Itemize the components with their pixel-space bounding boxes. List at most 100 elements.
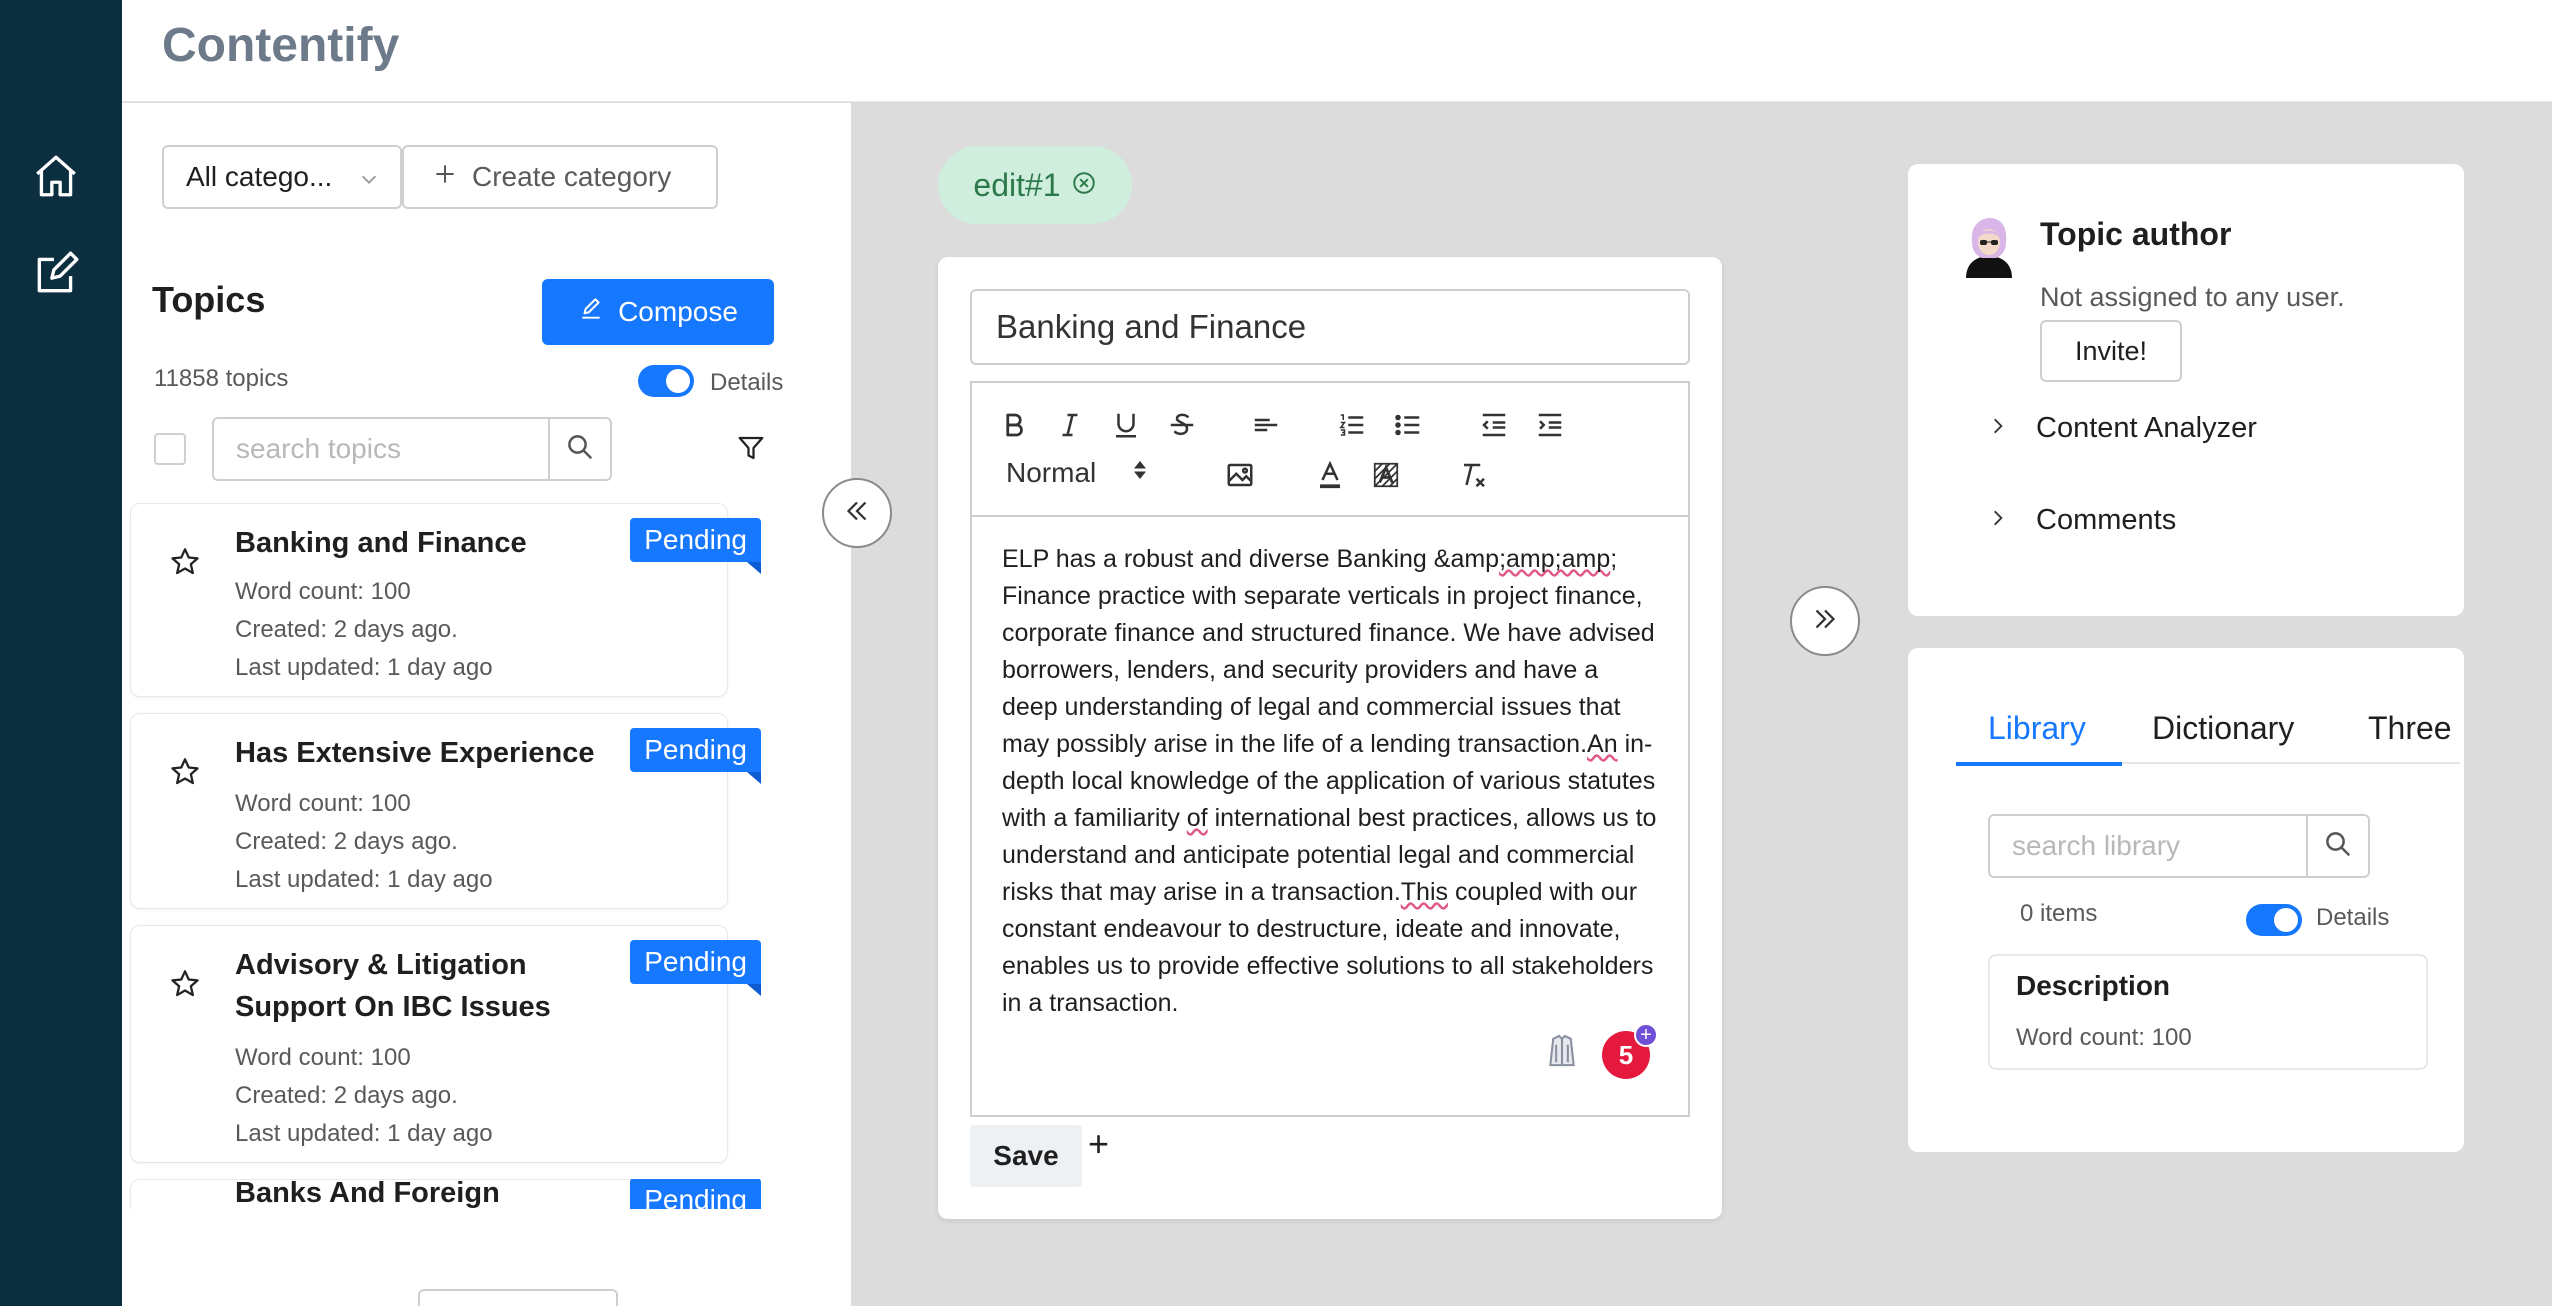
topic-title: Advisory & Litigation Support On IBC Iss… bbox=[235, 949, 551, 1023]
star-icon[interactable] bbox=[169, 968, 201, 1005]
create-category-button[interactable]: Create category bbox=[402, 145, 718, 209]
topic-list-clip: Banks And Foreign Pending bbox=[122, 1179, 851, 1209]
topics-search-input[interactable] bbox=[214, 419, 548, 479]
invite-button[interactable]: Invite! bbox=[2040, 320, 2182, 382]
chevron-down-icon bbox=[358, 165, 380, 197]
edit-icon[interactable] bbox=[28, 246, 84, 302]
compose-button[interactable]: Compose bbox=[542, 279, 774, 345]
spelling-error[interactable]: ;amp;amp bbox=[1499, 545, 1610, 573]
create-category-label: Create category bbox=[472, 161, 672, 192]
up-down-caret-icon bbox=[1130, 457, 1150, 488]
topic-card[interactable]: Has Extensive Experience Pending Word co… bbox=[130, 713, 761, 909]
issue-count: 5 bbox=[1618, 1039, 1634, 1070]
category-select-value: All catego... bbox=[186, 161, 333, 192]
topic-count: 11858 topics bbox=[154, 365, 289, 392]
plus-icon bbox=[432, 161, 458, 194]
topic-word-count: Word count: 100 bbox=[235, 1044, 411, 1071]
select-all-checkbox[interactable] bbox=[154, 433, 186, 465]
text-color-icon[interactable] bbox=[1312, 457, 1348, 493]
library-item[interactable]: Description Word count: 100 bbox=[1988, 954, 2428, 1070]
topic-updated: Last updated: 1 day ago bbox=[235, 654, 493, 681]
clear-format-icon[interactable] bbox=[1456, 457, 1492, 493]
grammar-assistant-icon[interactable] bbox=[1544, 1033, 1580, 1082]
tab-three[interactable]: Three bbox=[2368, 710, 2452, 747]
edit-tag-label: edit#1 bbox=[973, 166, 1061, 203]
bold-icon[interactable] bbox=[996, 407, 1032, 443]
star-icon[interactable] bbox=[169, 756, 201, 793]
editor-content[interactable]: ELP has a robust and diverse Banking &am… bbox=[970, 515, 1690, 1117]
spelling-error[interactable]: This bbox=[1401, 878, 1448, 906]
double-chevron-left-icon bbox=[840, 494, 874, 533]
search-button[interactable] bbox=[2306, 816, 2368, 876]
background-color-icon[interactable] bbox=[1368, 457, 1404, 493]
author-subtitle: Not assigned to any user. bbox=[2040, 282, 2345, 312]
save-button[interactable]: Save bbox=[970, 1125, 1082, 1187]
topic-word-count: Word count: 100 bbox=[235, 790, 411, 817]
home-icon[interactable] bbox=[28, 148, 84, 204]
underline-icon[interactable] bbox=[1108, 407, 1144, 443]
topics-search bbox=[212, 417, 612, 481]
comments-section[interactable]: Comments bbox=[1988, 504, 2176, 537]
nav-rail bbox=[0, 0, 122, 1306]
add-issue-icon[interactable]: + bbox=[1634, 1023, 1658, 1047]
topic-created: Created: 2 days ago. bbox=[235, 828, 458, 855]
tab-dictionary[interactable]: Dictionary bbox=[2152, 710, 2294, 747]
category-select[interactable]: All catego... bbox=[162, 145, 402, 209]
library-details-toggle[interactable] bbox=[2246, 904, 2302, 936]
topic-created: Created: 2 days ago. bbox=[235, 1082, 458, 1109]
library-details-label: Details bbox=[2316, 904, 2390, 931]
text-format-value: Normal bbox=[1006, 457, 1097, 488]
author-title: Topic author bbox=[2040, 216, 2232, 252]
topic-title: Banks And Foreign bbox=[235, 1179, 500, 1209]
topic-created: Created: 2 days ago. bbox=[235, 616, 458, 643]
close-circle-icon[interactable] bbox=[1071, 167, 1097, 204]
active-tab-indicator bbox=[1956, 762, 2122, 766]
editor-text: ; Finance practice with separate vertica… bbox=[1002, 545, 1655, 758]
page-size-select[interactable] bbox=[418, 1289, 618, 1306]
topic-card[interactable]: Banking and Finance Pending Word count: … bbox=[130, 503, 761, 697]
editor-toolbar: Normal bbox=[970, 381, 1690, 517]
image-icon[interactable] bbox=[1222, 457, 1258, 493]
star-icon[interactable] bbox=[169, 546, 201, 583]
editor-text: ELP has a robust and diverse Banking &am… bbox=[1002, 545, 1500, 573]
expand-panel-button[interactable] bbox=[1790, 586, 1860, 656]
indent-icon[interactable] bbox=[1532, 407, 1568, 443]
strikethrough-icon[interactable] bbox=[1164, 407, 1200, 443]
library-search-input[interactable] bbox=[1990, 816, 2306, 876]
filter-icon[interactable] bbox=[736, 433, 766, 468]
details-toggle-label: Details bbox=[710, 369, 784, 396]
tab-library[interactable]: Library bbox=[1988, 710, 2086, 747]
italic-icon[interactable] bbox=[1052, 407, 1088, 443]
search-icon bbox=[2323, 829, 2353, 864]
author-card: Topic author Not assigned to any user. I… bbox=[1908, 164, 2464, 616]
topic-updated: Last updated: 1 day ago bbox=[235, 866, 493, 893]
topic-card[interactable]: Advisory & Litigation Support On IBC Iss… bbox=[130, 925, 761, 1163]
content-analyzer-section[interactable]: Content Analyzer bbox=[1988, 412, 2257, 445]
edit-tab-tag[interactable]: edit#1 bbox=[938, 146, 1132, 224]
topic-title-input[interactable]: Banking and Finance bbox=[970, 289, 1690, 365]
status-badge: Pending bbox=[630, 518, 761, 574]
text-format-select[interactable]: Normal bbox=[1006, 457, 1150, 489]
topic-title: Banking and Finance bbox=[235, 527, 527, 559]
add-button[interactable]: + bbox=[1088, 1123, 1109, 1165]
spelling-error[interactable]: An bbox=[1587, 730, 1618, 758]
bullet-list-icon[interactable] bbox=[1390, 407, 1426, 443]
search-button[interactable] bbox=[548, 419, 610, 479]
library-search bbox=[1988, 814, 2370, 878]
library-item-word-count: Word count: 100 bbox=[2016, 1024, 2192, 1051]
avatar bbox=[1960, 216, 2018, 283]
search-icon bbox=[565, 432, 595, 467]
topic-title: Has Extensive Experience bbox=[235, 737, 595, 769]
spelling-error[interactable]: of bbox=[1187, 804, 1208, 832]
outdent-icon[interactable] bbox=[1476, 407, 1512, 443]
double-chevron-right-icon bbox=[1808, 602, 1842, 641]
library-card: Library Dictionary Three 0 items Details… bbox=[1908, 648, 2464, 1152]
collapse-panel-button[interactable] bbox=[822, 478, 892, 548]
details-toggle[interactable] bbox=[638, 365, 694, 397]
topic-card[interactable]: Banks And Foreign Pending bbox=[130, 1179, 761, 1209]
chevron-right-icon bbox=[1988, 504, 2008, 537]
align-left-icon[interactable] bbox=[1248, 407, 1284, 443]
ordered-list-icon[interactable] bbox=[1334, 407, 1370, 443]
section-label: Comments bbox=[2036, 504, 2177, 536]
top-bar: Contentify bbox=[122, 0, 2552, 102]
